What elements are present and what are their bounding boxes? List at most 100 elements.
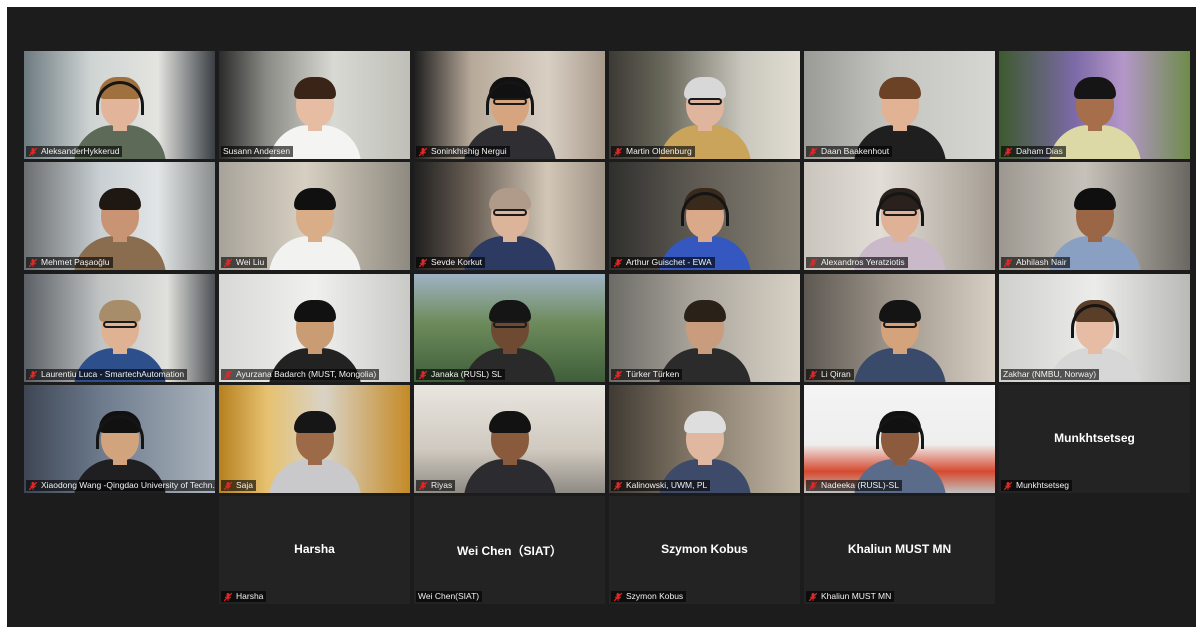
participant-tile-janaka-rusl-sl[interactable]: Janaka (RUSL) SL: [414, 274, 605, 382]
participant-video: [609, 385, 800, 493]
participant-tile-saja[interactable]: Saja: [219, 385, 410, 493]
participant-name-text: Kalinowski, UWM, PL: [626, 480, 708, 490]
participant-tile-martin-oldenburg[interactable]: Martin Oldenburg: [609, 51, 800, 159]
participant-video: [609, 162, 800, 270]
video-gallery: AleksanderHykkerud Susann Andersen Soninkh…: [7, 7, 1196, 627]
participant-name-text: Daan Baakenhout: [821, 146, 890, 156]
participant-name-label: Alexandros Yeratziotis: [806, 257, 908, 268]
participant-name-label: Abhilash Nair: [1001, 257, 1070, 268]
participant-tile-wei-chen-siat[interactable]: Wei Chen（SIAT） Wei Chen(SIAT): [414, 496, 605, 604]
participant-name-text: Riyas: [431, 480, 453, 490]
participant-name-text: Szymon Kobus: [626, 591, 684, 601]
participant-name-label: Kalinowski, UWM, PL: [611, 480, 711, 491]
participant-name-text: Laurentiu Luca - SmartechAutomation: [41, 369, 185, 379]
participant-tile-daham-dias[interactable]: Daham Dias: [999, 51, 1190, 159]
participant-tile-zakhar-nmbu-norway[interactable]: Zakhar (NMBU, Norway): [999, 274, 1190, 382]
mic-muted-icon: [613, 481, 623, 491]
participant-name-label: Daan Baakenhout: [806, 146, 893, 157]
participant-video: [999, 274, 1190, 382]
participant-name-text: Harsha: [236, 591, 264, 601]
participant-tile-xiaodong-wang-qingdao-university-of-techn[interactable]: Xiaodong Wang -Qingdao University of Tec…: [24, 385, 215, 493]
participant-tile-aleksanderhykkerud[interactable]: AleksanderHykkerud: [24, 51, 215, 159]
participant-name-label: Wei Chen(SIAT): [416, 591, 483, 602]
participant-name-label: Xiaodong Wang -Qingdao University of Tec…: [26, 480, 215, 491]
participant-name-label: Munkhtsetseg: [1001, 480, 1072, 491]
participant-tile-kalinowski-uwm-pl[interactable]: Kalinowski, UWM, PL: [609, 385, 800, 493]
participant-tile-wei-liu[interactable]: Wei Liu: [219, 162, 410, 270]
participant-tile-szymon-kobus[interactable]: Szymon Kobus Szymon Kobus: [609, 496, 800, 604]
participant-name-label: Ayurzana Badarch (MUST, Mongolia): [221, 369, 380, 380]
participant-tile-alexandros-yeratziotis[interactable]: Alexandros Yeratziotis: [804, 162, 995, 270]
participant-tile-t-rker-t-rken[interactable]: Türker Türken: [609, 274, 800, 382]
participant-tile-daan-baakenhout[interactable]: Daan Baakenhout: [804, 51, 995, 159]
participant-tile-nadeeka-rusl-sl[interactable]: Nadeeka (RUSL)-SL: [804, 385, 995, 493]
participant-tile-khaliun-must-mn[interactable]: Khaliun MUST MN Khaliun MUST MN: [804, 496, 995, 604]
participant-name-text: Türker Türken: [626, 369, 680, 379]
participant-name-text: Susann Andersen: [223, 146, 291, 156]
participant-video: [414, 274, 605, 382]
mic-muted-icon: [418, 370, 428, 380]
mic-muted-icon: [613, 370, 623, 380]
participant-name-text: Zakhar (NMBU, Norway): [1003, 369, 1097, 379]
participant-tile-soninkhishig-nergui[interactable]: Soninkhishig Nergui: [414, 51, 605, 159]
participant-name-text: Daham Dias: [1016, 146, 1063, 156]
participant-video: [24, 51, 215, 159]
participant-name-text: Xiaodong Wang -Qingdao University of Tec…: [41, 480, 215, 490]
participant-name-label: Saja: [221, 480, 257, 491]
participant-name-label: AleksanderHykkerud: [26, 146, 123, 157]
participant-name-text: Sevde Korkut: [431, 257, 483, 267]
participant-video: [219, 51, 410, 159]
participant-video: [219, 385, 410, 493]
participant-tile-riyas[interactable]: Riyas: [414, 385, 605, 493]
mic-muted-icon: [223, 258, 233, 268]
participant-name-label: Nadeeka (RUSL)-SL: [806, 480, 902, 491]
participant-name-text: Saja: [236, 480, 254, 490]
participant-display-name: Harsha: [294, 542, 335, 556]
mic-muted-icon: [613, 258, 623, 268]
participant-video: [609, 274, 800, 382]
participant-video: [804, 274, 995, 382]
participant-name-text: Khaliun MUST MN: [821, 591, 892, 601]
mic-muted-icon: [418, 481, 428, 491]
participant-name-label: Riyas: [416, 480, 456, 491]
participant-name-label: Wei Liu: [221, 257, 268, 268]
participant-video: [804, 385, 995, 493]
participant-name-text: AleksanderHykkerud: [41, 146, 120, 156]
participant-tile-munkhtsetseg[interactable]: Munkhtsetseg Munkhtsetseg: [999, 385, 1190, 493]
participant-display-name: Szymon Kobus: [661, 542, 748, 556]
participant-video: [999, 51, 1190, 159]
participant-tile-susann-andersen[interactable]: Susann Andersen: [219, 51, 410, 159]
participant-tile-arthur-guischet-ewa[interactable]: Arthur Guischet - EWA: [609, 162, 800, 270]
participant-name-label: Daham Dias: [1001, 146, 1066, 157]
participant-video: [219, 162, 410, 270]
mic-muted-icon: [808, 370, 818, 380]
participant-tile-li-qiran[interactable]: Li Qiran: [804, 274, 995, 382]
participant-tile-mehmet-pa-ao-lu[interactable]: Mehmet Paşaoğlu: [24, 162, 215, 270]
mic-muted-icon: [613, 592, 623, 602]
participant-tile-laurentiu-luca-smartechautomation[interactable]: Laurentiu Luca - SmartechAutomation: [24, 274, 215, 382]
participant-name-label: Martin Oldenburg: [611, 146, 695, 157]
participant-name-text: Wei Liu: [236, 257, 265, 267]
mic-muted-icon: [418, 147, 428, 157]
participant-tile-abhilash-nair[interactable]: Abhilash Nair: [999, 162, 1190, 270]
mic-muted-icon: [1003, 147, 1013, 157]
participant-tile-sevde-korkut[interactable]: Sevde Korkut: [414, 162, 605, 270]
participant-video: [414, 385, 605, 493]
participant-tile-harsha[interactable]: Harsha Harsha: [219, 496, 410, 604]
mic-muted-icon: [28, 258, 38, 268]
mic-muted-icon: [418, 258, 428, 268]
mic-muted-icon: [808, 258, 818, 268]
participant-tile-ayurzana-badarch-must-mongolia[interactable]: Ayurzana Badarch (MUST, Mongolia): [219, 274, 410, 382]
participant-video: [24, 385, 215, 493]
mic-muted-icon: [28, 481, 38, 491]
participant-name-text: Ayurzana Badarch (MUST, Mongolia): [236, 369, 377, 379]
participant-name-label: Szymon Kobus: [611, 591, 687, 602]
participant-video: [24, 274, 215, 382]
participant-name-text: Martin Oldenburg: [626, 146, 692, 156]
participant-name-text: Abhilash Nair: [1016, 257, 1067, 267]
participant-name-text: Arthur Guischet - EWA: [626, 257, 712, 267]
participant-name-text: Nadeeka (RUSL)-SL: [821, 480, 899, 490]
participant-name-text: Munkhtsetseg: [1016, 480, 1069, 490]
mic-muted-icon: [808, 592, 818, 602]
participant-name-label: Li Qiran: [806, 369, 854, 380]
